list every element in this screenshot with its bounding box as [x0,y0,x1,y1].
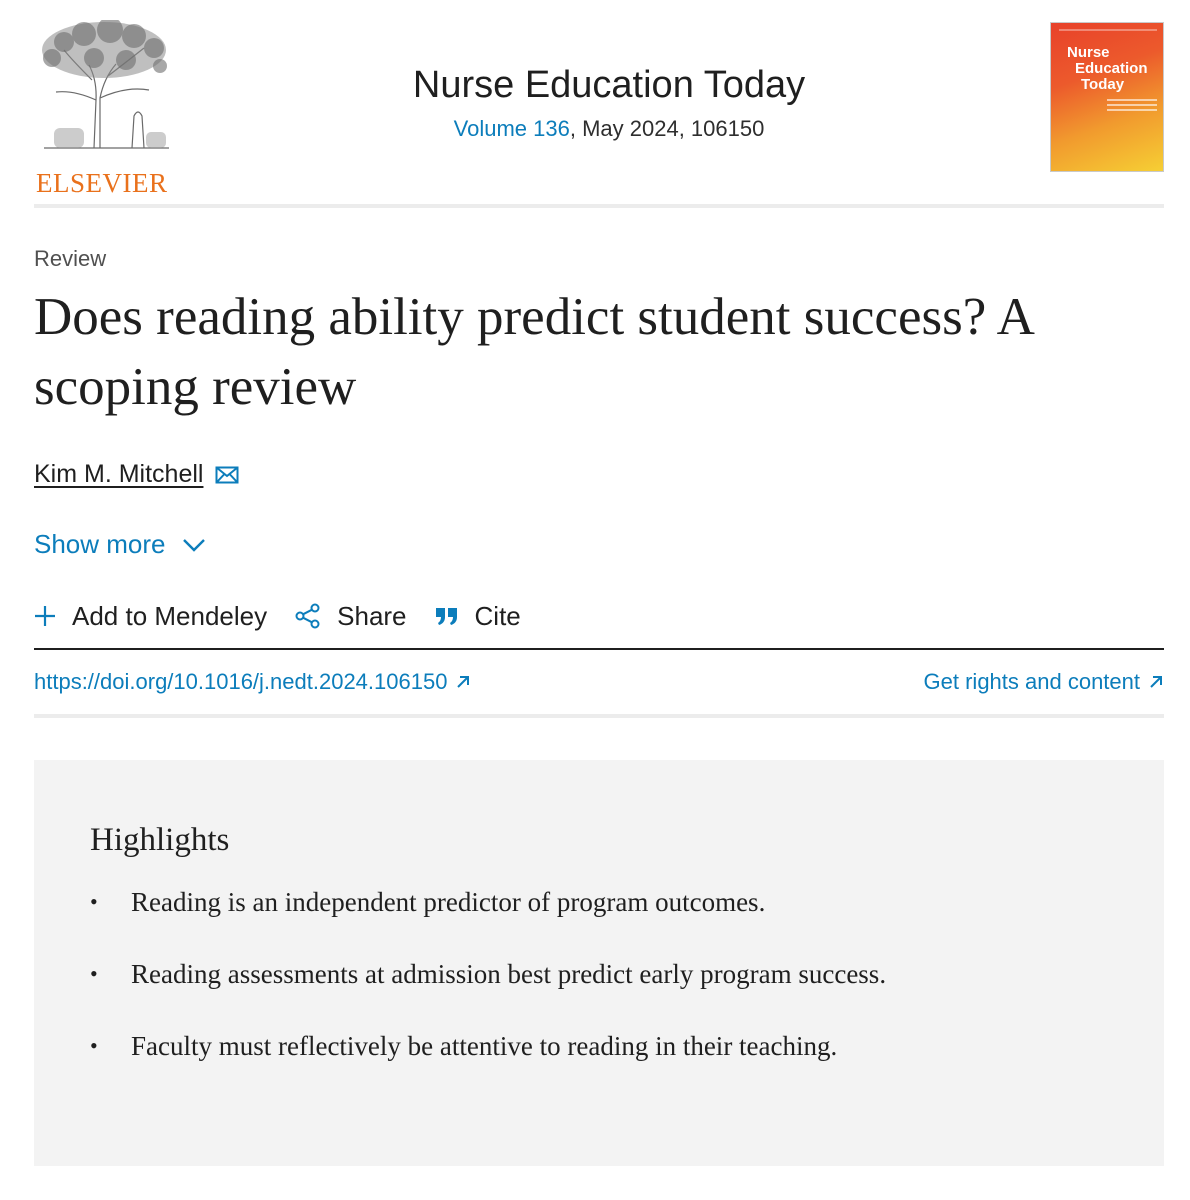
get-rights-link[interactable]: Get rights and content [924,669,1164,695]
share-label: Share [337,600,407,631]
cover-subtitle-lines [1107,99,1157,114]
issue-details: , May 2024, 106150 [569,116,765,141]
article-toolbar: Add to Mendeley Share Cite [34,592,1164,650]
highlight-text: Faculty must reflectively be attentive t… [131,1031,838,1061]
show-more-button[interactable]: Show more [34,529,206,560]
highlight-text: Reading is an independent predictor of p… [131,887,766,917]
bullet: • [90,889,98,914]
cover-title-line: Education [1075,60,1148,77]
article-page: ELSEVIER Nurse Education Today Volume 13… [34,0,1164,1200]
elsevier-tree-logo-icon [42,20,169,149]
add-to-mendeley-button[interactable]: Add to Mendeley [34,592,267,640]
highlights-list: • Reading is an independent predictor of… [90,884,1164,1064]
get-rights-link-text: Get rights and content [923,669,1140,694]
show-more-label: Show more [34,529,166,559]
article-title: Does reading ability predict student suc… [34,288,1032,416]
add-to-mendeley-label: Add to Mendeley [72,600,268,631]
highlights-heading: Highlights [90,822,230,858]
cover-title-line: Today [1081,76,1125,93]
journal-cover[interactable]: Nurse Education Today [1050,22,1164,172]
cover-title-line: Nurse [1067,44,1110,61]
volume-link[interactable]: Volume 136 [454,116,570,141]
journal-issue: Volume 136, May 2024, 106150 [214,116,1004,142]
doi-link-text: https://doi.org/10.1016/j.nedt.2024.1061… [34,669,448,694]
plus-icon [34,605,56,627]
external-arrow-icon [1148,674,1164,690]
publisher-name: ELSEVIER [36,168,168,198]
quote-icon [435,606,459,626]
journal-header: ELSEVIER Nurse Education Today Volume 13… [34,0,1164,208]
cite-button[interactable]: Cite [435,592,521,640]
highlight-text: Reading assessments at admission best pr… [131,959,887,989]
bullet: • [90,961,98,986]
mail-icon[interactable] [215,466,239,484]
doi-link[interactable]: https://doi.org/10.1016/j.nedt.2024.1061… [34,669,471,695]
highlight-item: • Reading is an independent predictor of… [90,884,1164,920]
cover-top-rule [1059,29,1157,31]
highlight-item: • Reading assessments at admission best … [90,956,1164,992]
elsevier-logo[interactable]: ELSEVIER [34,20,174,198]
share-icon [295,603,321,629]
share-button[interactable]: Share [295,592,407,640]
highlight-item: • Faculty must reflectively be attentive… [90,1028,1164,1064]
doi-row: https://doi.org/10.1016/j.nedt.2024.1061… [34,650,1164,718]
author-row: Kim M. Mitchell [34,460,239,489]
cite-label: Cite [474,600,521,631]
author-name[interactable]: Kim M. Mitchell [34,460,203,489]
journal-title[interactable]: Nurse Education Today [214,62,1004,108]
bullet: • [90,1033,98,1058]
cover-title: Nurse Education Today [1067,45,1161,93]
chevron-down-icon [182,538,206,552]
article-type: Review [34,246,107,271]
external-arrow-icon [455,674,471,690]
highlights-section: Highlights • Reading is an independent p… [34,760,1164,1166]
journal-info: Nurse Education Today Volume 136, May 20… [214,62,1004,142]
